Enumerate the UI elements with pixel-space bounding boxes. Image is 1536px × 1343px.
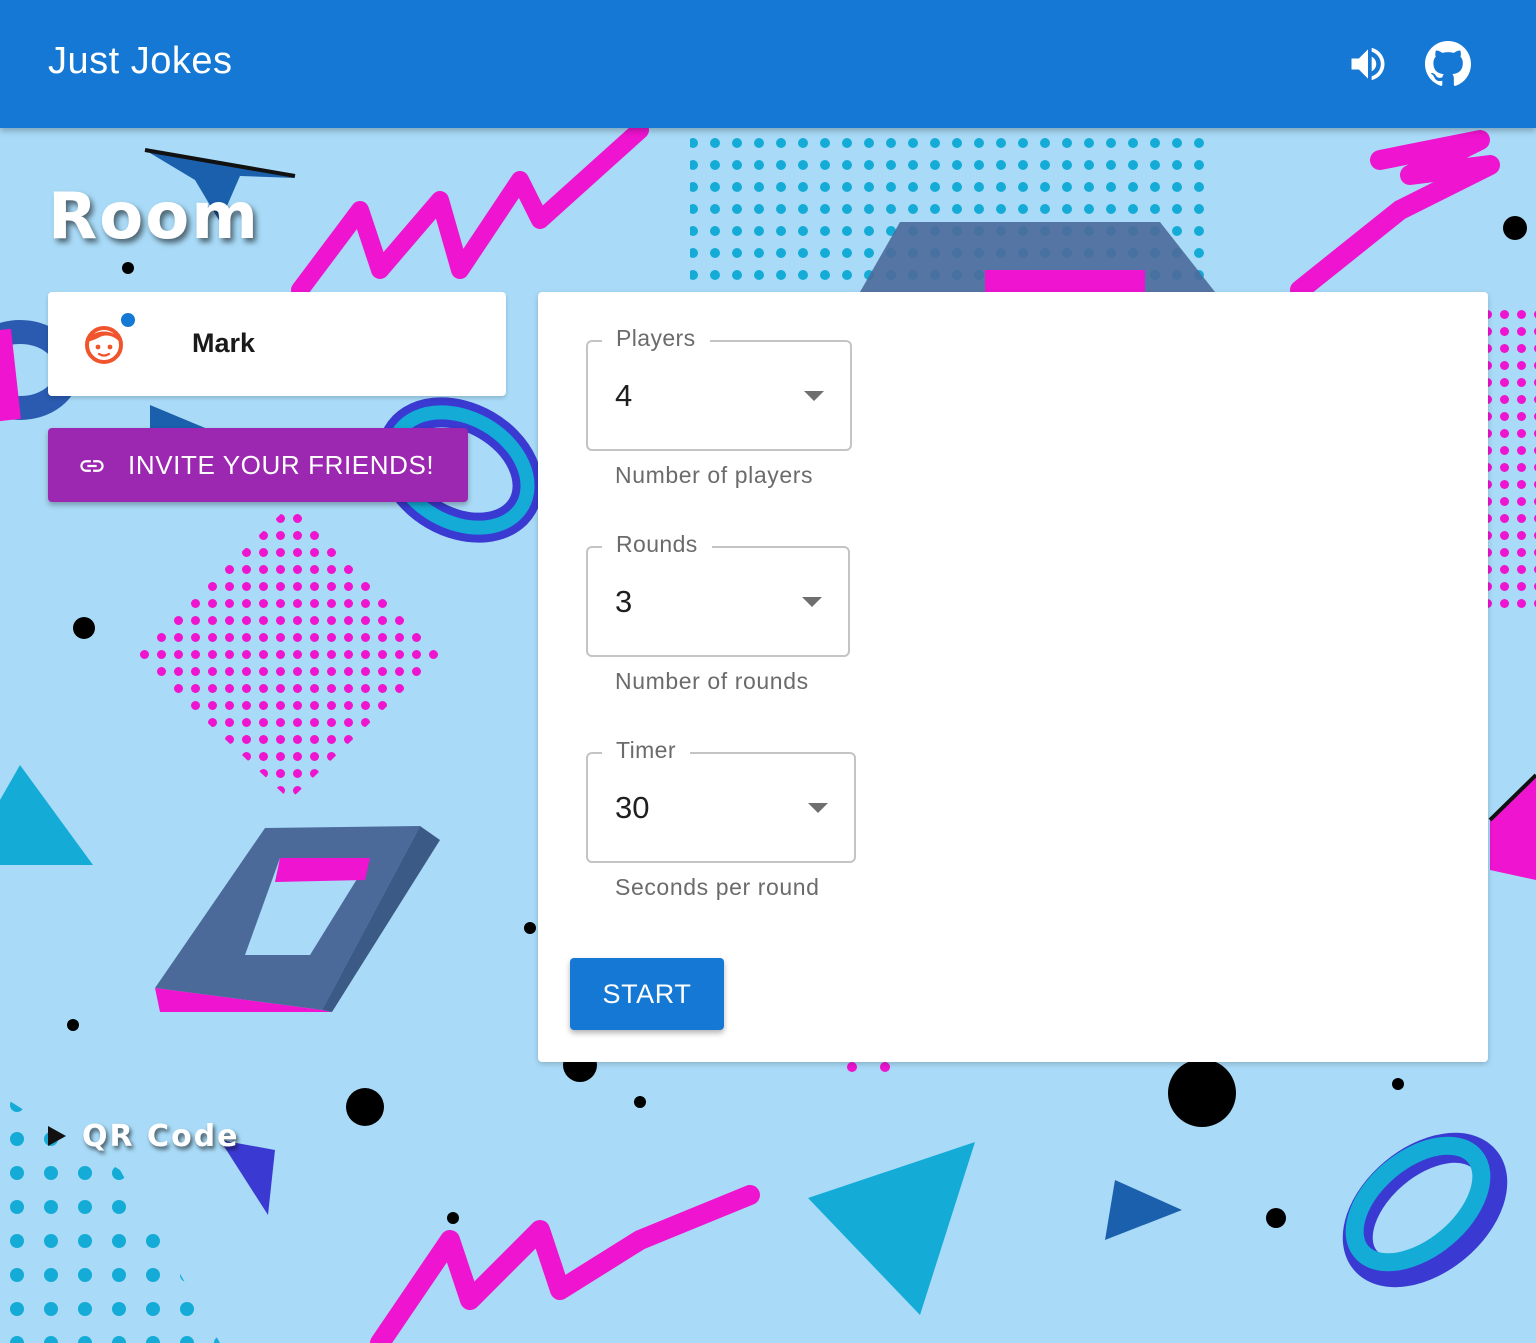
players-select-label: Players xyxy=(602,325,710,352)
qr-code-toggle[interactable]: QR Code xyxy=(48,1116,240,1156)
github-button[interactable] xyxy=(1420,36,1476,92)
players-select-value: 4 xyxy=(615,378,633,413)
online-status-dot xyxy=(119,311,137,329)
volume-up-icon xyxy=(1351,47,1385,81)
chevron-down-icon xyxy=(804,391,824,401)
rounds-helper-text: Number of rounds xyxy=(615,668,809,694)
rounds-select-value: 3 xyxy=(615,584,633,619)
chevron-down-icon xyxy=(802,597,822,607)
players-select[interactable]: Players 4 xyxy=(586,325,852,451)
app-title: Just Jokes xyxy=(48,40,233,82)
players-helper-text: Number of players xyxy=(615,462,814,488)
player-name: Mark xyxy=(192,328,256,358)
timer-helper-text: Seconds per round xyxy=(615,874,820,900)
child-face-icon xyxy=(85,326,123,364)
sound-button[interactable] xyxy=(1340,36,1396,92)
github-icon xyxy=(1425,41,1472,86)
rounds-select[interactable]: Rounds 3 xyxy=(586,531,850,657)
invite-friends-button[interactable]: INVITE YOUR FRIENDS! xyxy=(48,428,468,502)
chevron-down-icon xyxy=(808,803,828,813)
app-bar: Just Jokes xyxy=(0,0,1536,128)
timer-select-value: 30 xyxy=(615,790,650,825)
qr-code-label: QR Code xyxy=(82,1118,240,1154)
link-icon xyxy=(80,460,104,472)
room-title: Room xyxy=(48,180,260,254)
rounds-select-label: Rounds xyxy=(602,531,712,558)
invite-button-label: INVITE YOUR FRIENDS! xyxy=(128,450,435,480)
start-button[interactable]: START xyxy=(570,958,724,1030)
timer-select[interactable]: Timer 30 xyxy=(586,737,856,863)
timer-select-label: Timer xyxy=(602,737,690,764)
disclosure-triangle-icon xyxy=(48,1126,66,1146)
